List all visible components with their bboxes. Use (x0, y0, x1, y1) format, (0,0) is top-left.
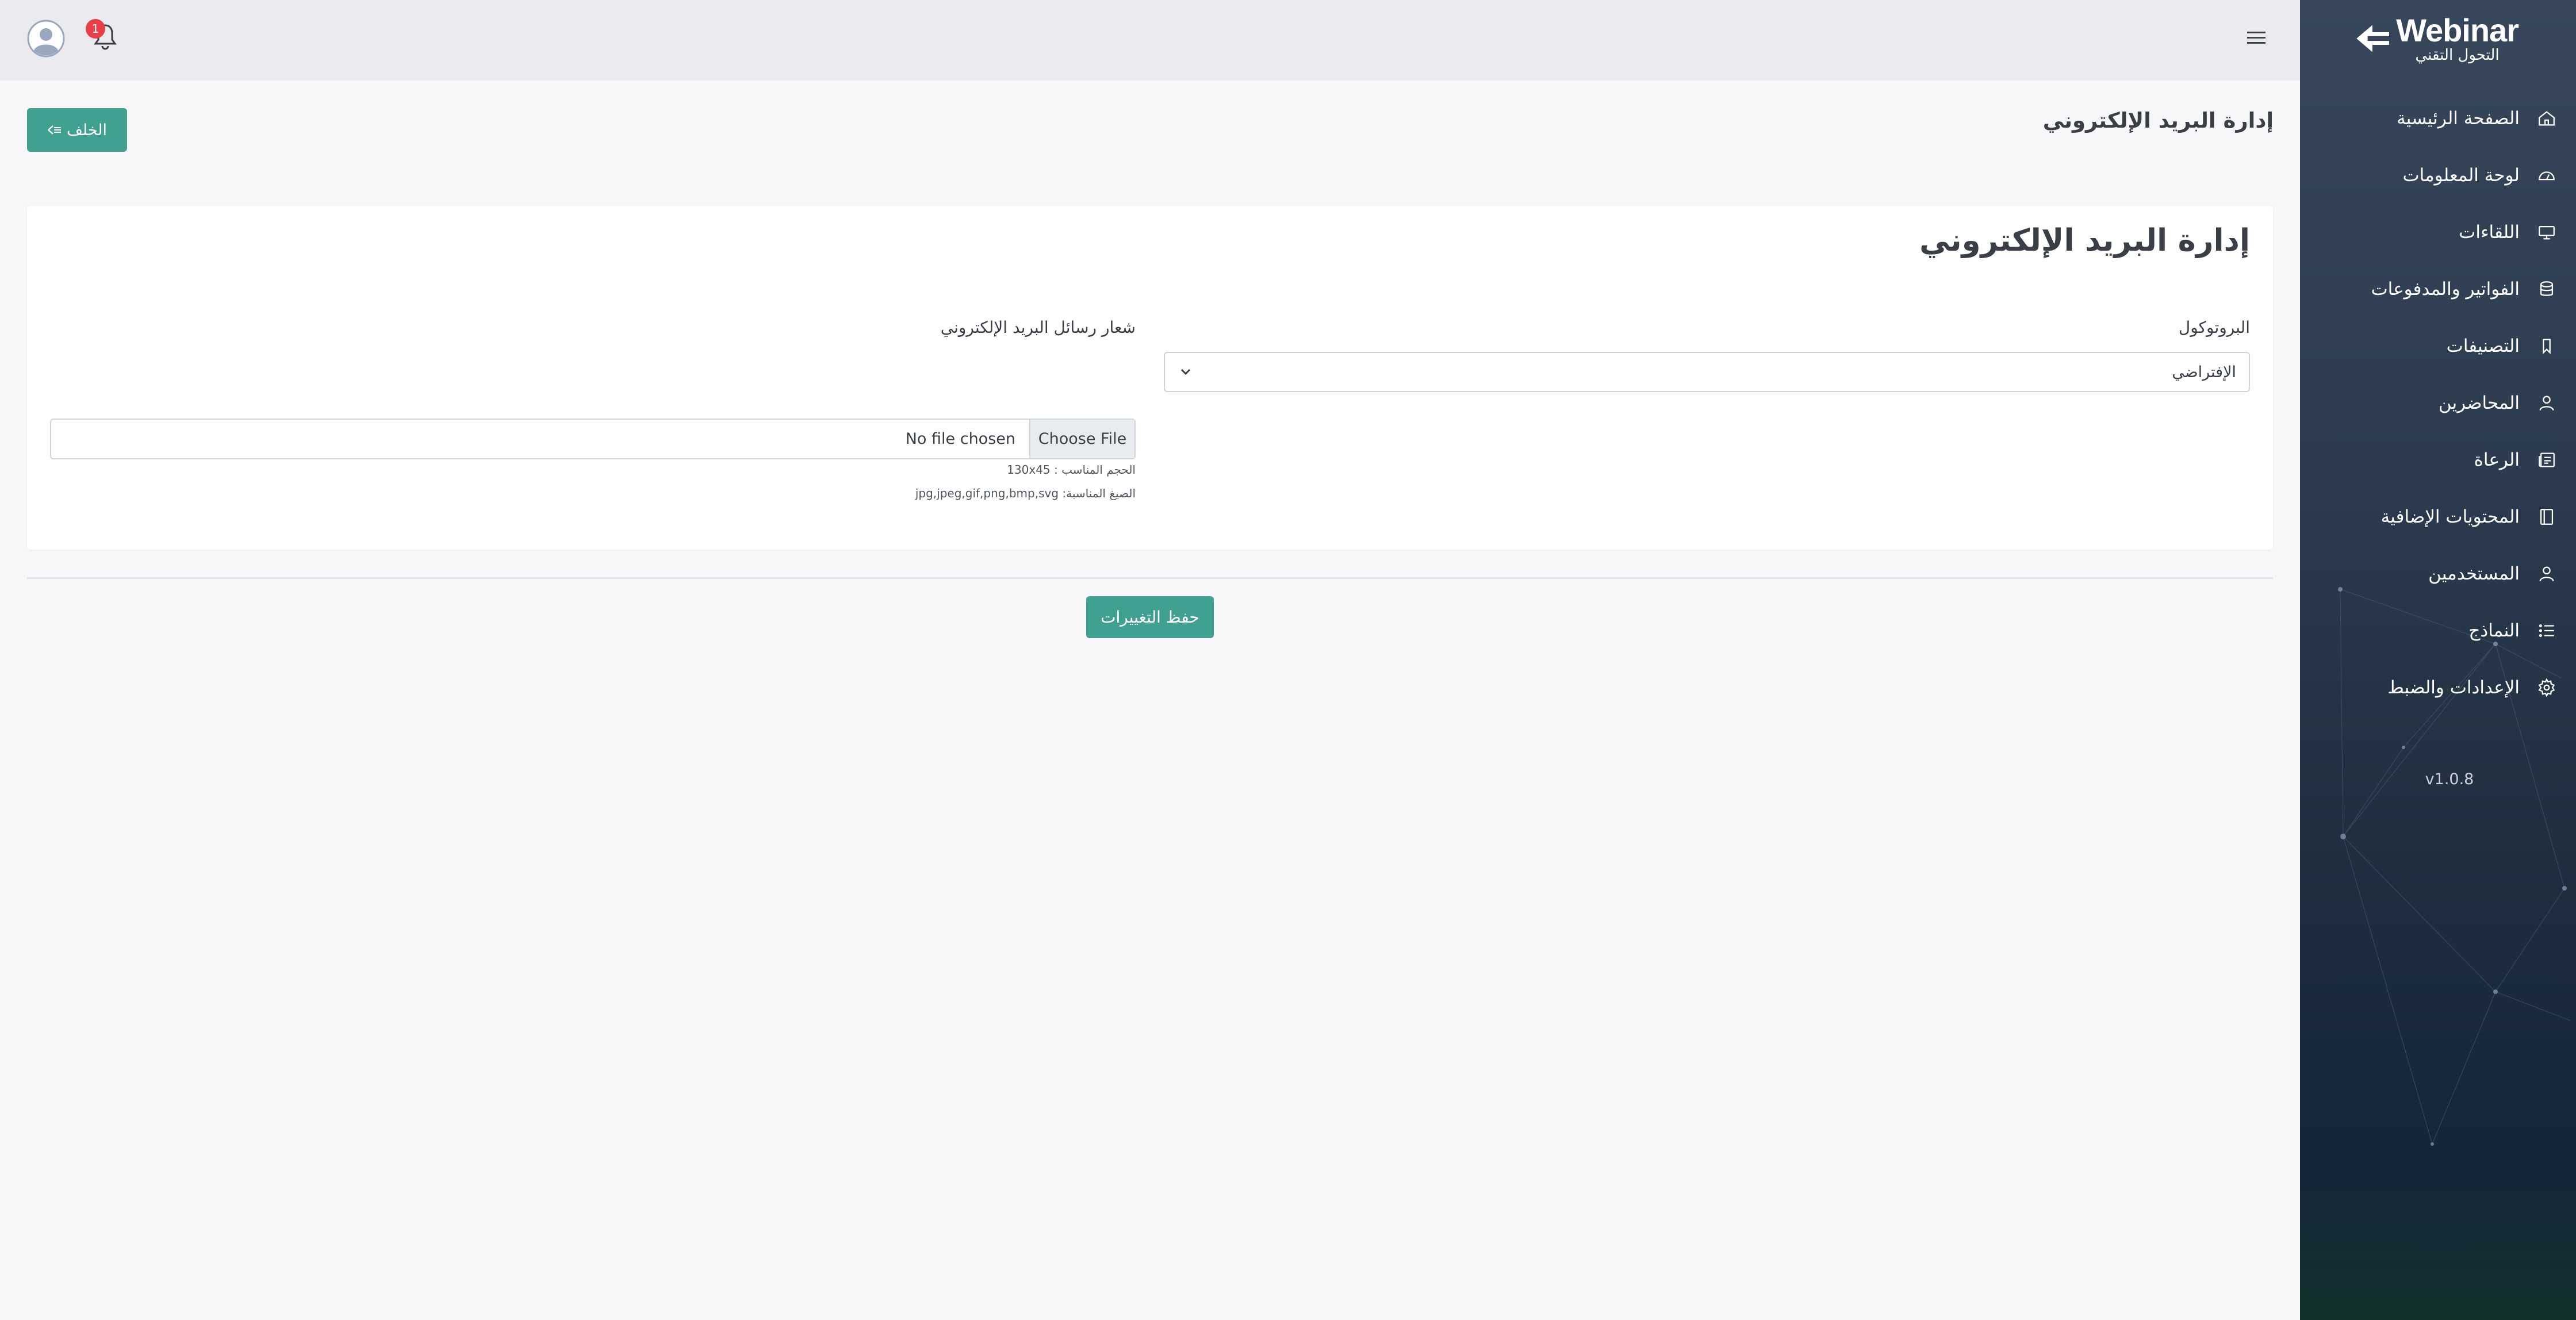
sidebar-item-categories[interactable]: التصنيفات (2300, 317, 2576, 374)
back-button-label: الخلف (66, 121, 108, 139)
newspaper-icon (2537, 450, 2556, 470)
sidebar-item-label: المحتويات الإضافية (2380, 506, 2520, 527)
sidebar-nav: الصفحة الرئيسية لوحة المعلومات اللقاءات … (2300, 90, 2576, 716)
sidebar-item-settings[interactable]: الإعدادات والضبط (2300, 659, 2576, 716)
user-avatar[interactable] (27, 20, 65, 57)
protocol-select[interactable]: الإفتراضي (1164, 352, 2250, 392)
logo-arrow-icon (2356, 25, 2389, 52)
webinar-logo[interactable]: Webinar التحول التقني (2352, 12, 2519, 64)
user-icon (2537, 564, 2556, 584)
sidebar-item-extra-content[interactable]: المحتويات الإضافية (2300, 488, 2576, 545)
sidebar-item-sponsors[interactable]: الرعاة (2300, 431, 2576, 488)
back-button[interactable]: الخلف (27, 108, 127, 152)
back-arrow-icon (48, 125, 61, 135)
sidebar-item-label: اللقاءات (2459, 221, 2520, 243)
logo-title: Webinar (2396, 12, 2519, 48)
sidebar-item-label: الإعدادات والضبط (2387, 677, 2520, 698)
user-icon (2537, 393, 2556, 413)
chevron-down-icon (1180, 369, 1191, 375)
sidebar-item-label: التصنيفات (2446, 335, 2520, 356)
page-title: إدارة البريد الإلكتروني (2042, 108, 2274, 133)
sidebar-item-label: المحاضرين (2438, 392, 2520, 413)
email-settings-card: إدارة البريد الإلكتروني البروتوكول الإفت… (27, 206, 2273, 550)
sidebar-item-label: الرعاة (2474, 449, 2520, 470)
sidebar-item-label: الصفحة الرئيسية (2397, 108, 2520, 129)
choose-file-button[interactable]: Choose File (1029, 420, 1134, 458)
monitor-icon (2537, 222, 2556, 242)
file-status: No file chosen (905, 430, 1015, 448)
hamburger-menu-icon[interactable] (2245, 26, 2268, 49)
book-icon (2537, 507, 2556, 527)
save-changes-button[interactable]: حفظ التغييرات (1086, 596, 1214, 638)
bookmark-icon (2537, 336, 2556, 356)
database-icon (2537, 279, 2556, 299)
sidebar: Webinar التحول التقني الصفحة الرئيسية لو… (2300, 0, 2576, 1320)
sidebar-item-label: لوحة المعلومات (2402, 164, 2520, 186)
card-title: إدارة البريد الإلكتروني (1919, 223, 2250, 258)
email-logo-file-input[interactable]: No file chosen Choose File (50, 419, 1136, 459)
topbar: 1 (0, 0, 2300, 80)
sidebar-item-label: النماذج (2468, 620, 2520, 641)
logo-subtitle: التحول التقني (2415, 47, 2500, 64)
app-version: v1.0.8 (2425, 770, 2474, 788)
notification-badge: 1 (86, 19, 105, 39)
sidebar-item-dashboard[interactable]: لوحة المعلومات (2300, 147, 2576, 204)
sidebar-item-forms[interactable]: النماذج (2300, 602, 2576, 659)
formats-hint: الصيغ المناسبة: jpg,jpeg,gif,png,bmp,svg (915, 486, 1136, 500)
sidebar-item-home[interactable]: الصفحة الرئيسية (2300, 90, 2576, 147)
sidebar-item-users[interactable]: المستخدمين (2300, 545, 2576, 602)
sidebar-item-label: الفواتير والمدفوعات (2371, 278, 2520, 300)
sidebar-item-speakers[interactable]: المحاضرين (2300, 374, 2576, 431)
gear-icon (2537, 677, 2556, 697)
form-divider (27, 577, 2273, 579)
protocol-label: البروتوكول (2178, 318, 2250, 337)
sidebar-item-invoices[interactable]: الفواتير والمدفوعات (2300, 260, 2576, 317)
protocol-selected-value: الإفتراضي (2172, 363, 2236, 381)
sidebar-item-meetings[interactable]: اللقاءات (2300, 204, 2576, 260)
list-icon (2537, 621, 2556, 640)
home-icon (2537, 109, 2556, 128)
dashboard-gauge-icon (2537, 166, 2556, 185)
sidebar-item-label: المستخدمين (2428, 563, 2520, 584)
email-logo-label: شعار رسائل البريد الإلكتروني (940, 318, 1136, 337)
size-hint: الحجم المناسب : 130x45 (1007, 463, 1136, 477)
